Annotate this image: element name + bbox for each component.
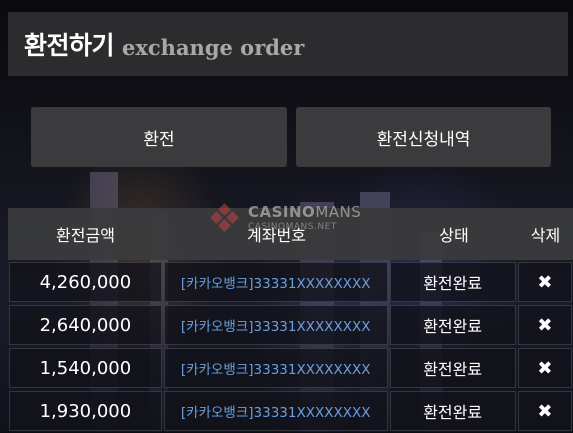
delete-icon[interactable]: ✖: [517, 391, 572, 431]
page-title: 환전하기: [24, 31, 115, 60]
tab-exchange-history[interactable]: 환전신청내역: [296, 107, 551, 167]
amount-cell: 2,640,000: [9, 305, 162, 345]
column-header-status: 상태: [439, 226, 469, 245]
delete-icon[interactable]: ✖: [517, 305, 572, 345]
diamond-logo-icon: [210, 203, 239, 232]
exchange-history-table: 환전금액 계좌번호 상태 삭제 4,260,000 [카카오뱅크]33331XX…: [8, 208, 573, 433]
account-cell: [카카오뱅크]33331XXXXXXXX: [163, 305, 388, 345]
delete-icon[interactable]: ✖: [517, 262, 572, 302]
page-header: 환전하기 exchange order: [8, 12, 568, 76]
page-subtitle: exchange order: [122, 34, 305, 60]
table-row: 1,930,000 [카카오뱅크]33331XXXXXXXX 환전완료 ✖: [8, 391, 573, 433]
status-cell: 환전완료: [389, 305, 516, 345]
status-cell: 환전완료: [389, 262, 516, 302]
status-cell: 환전완료: [389, 391, 516, 431]
delete-icon[interactable]: ✖: [517, 348, 572, 388]
watermark-brand-suffix: MANS: [315, 202, 362, 221]
amount-cell: 1,540,000: [9, 348, 162, 388]
table-row: 2,640,000 [카카오뱅크]33331XXXXXXXX 환전완료 ✖: [8, 305, 573, 347]
amount-cell: 4,260,000: [9, 262, 162, 302]
table-row: 4,260,000 [카카오뱅크]33331XXXXXXXX 환전완료 ✖: [8, 262, 573, 304]
table-row: 1,540,000 [카카오뱅크]33331XXXXXXXX 환전완료 ✖: [8, 348, 573, 390]
amount-cell: 1,930,000: [9, 391, 162, 431]
watermark-brand: CASINO: [248, 202, 316, 221]
watermark-domain: CASINOMANS.NET: [248, 221, 337, 232]
account-cell: [카카오뱅크]33331XXXXXXXX: [163, 262, 388, 302]
account-cell: [카카오뱅크]33331XXXXXXXX: [163, 348, 388, 388]
account-cell: [카카오뱅크]33331XXXXXXXX: [163, 391, 388, 431]
tab-exchange[interactable]: 환전: [31, 107, 287, 167]
column-header-delete: 삭제: [530, 226, 561, 245]
column-header-amount: 환전금액: [56, 226, 115, 245]
status-cell: 환전완료: [389, 348, 516, 388]
casinomans-watermark: CASINOMANS CASINOMANS.NET: [196, 199, 376, 237]
